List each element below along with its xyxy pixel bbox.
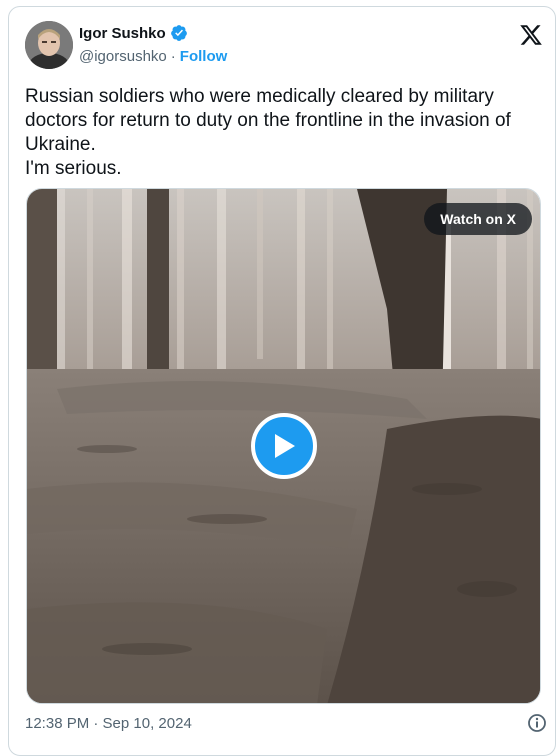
handle-row: @igorsushko · Follow — [79, 48, 227, 65]
x-logo-icon[interactable] — [519, 23, 543, 47]
author-name[interactable]: Igor Sushko — [79, 25, 166, 42]
video-media[interactable]: Watch on X — [26, 188, 541, 704]
play-button[interactable] — [251, 413, 317, 479]
play-icon — [271, 432, 297, 460]
tweet-timestamp[interactable]: 12:38 PM · Sep 10, 2024 — [25, 715, 192, 732]
handle-separator: · — [170, 48, 176, 65]
info-icon[interactable] — [527, 713, 547, 733]
tweet-card: Igor Sushko @igorsushko · Follow Russian… — [8, 6, 556, 756]
avatar-image — [25, 21, 73, 69]
avatar[interactable] — [25, 21, 73, 69]
verified-badge-icon — [170, 24, 188, 42]
tweet-text: Russian soldiers who were medically clea… — [25, 86, 511, 179]
follow-button[interactable]: Follow — [180, 48, 228, 65]
author-name-row: Igor Sushko — [79, 24, 188, 42]
author-handle[interactable]: @igorsushko — [79, 48, 167, 65]
watch-on-x-button[interactable]: Watch on X — [424, 203, 532, 235]
